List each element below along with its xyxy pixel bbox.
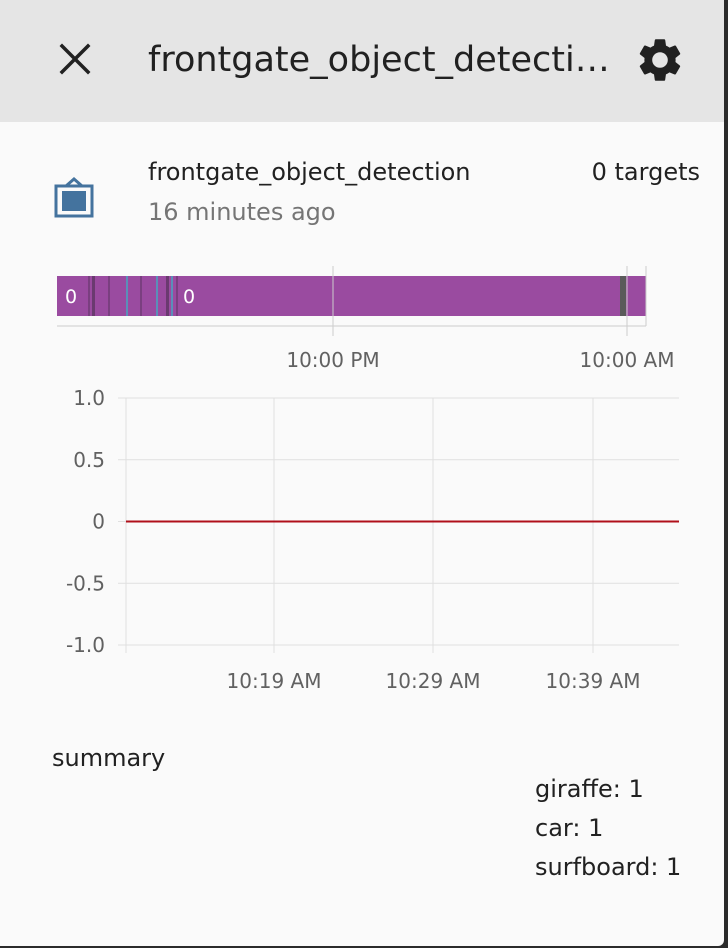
summary-item: giraffe: 1 xyxy=(535,775,644,803)
timeline-slice xyxy=(156,276,158,316)
x-tick-label: 10:19 AM xyxy=(227,669,322,693)
history-timeline[interactable]: 0 0 10:00 PM 10:00 AM xyxy=(0,260,724,380)
y-tick-label: -0.5 xyxy=(66,571,105,595)
close-button[interactable] xyxy=(52,36,98,82)
timeline-slice xyxy=(126,276,128,316)
x-tick-label: 10:39 AM xyxy=(546,669,641,693)
entity-state: 0 targets xyxy=(591,158,700,186)
timeline-svg: 0 0 10:00 PM 10:00 AM xyxy=(57,266,675,372)
timeline-slice xyxy=(92,276,95,316)
timeline-slice xyxy=(171,276,173,316)
attribute-summary-label: summary xyxy=(52,744,166,772)
dialog-title: frontgate_object_detection xyxy=(148,40,610,80)
timeline-slice xyxy=(88,276,90,316)
timeline-slice xyxy=(108,276,110,316)
timeline-label: 0 xyxy=(183,286,195,308)
summary-item: surfboard: 1 xyxy=(535,853,682,881)
timeline-slice xyxy=(140,276,142,316)
timeline-slice xyxy=(176,276,178,316)
chart-svg: 1.0 0.5 0 -0.5 -1.0 10:19 AM 10:29 AM 10:39 AM xyxy=(66,386,679,693)
timeline-label: 0 xyxy=(65,286,77,308)
timeline-tick: 10:00 PM xyxy=(286,348,379,372)
timeline-slice xyxy=(620,276,626,316)
entity-icon-wrap xyxy=(52,176,96,220)
timeline-slice xyxy=(166,276,169,316)
timeline-bar[interactable] xyxy=(57,276,646,316)
history-chart[interactable]: 1.0 0.5 0 -0.5 -1.0 10:19 AM 10:29 AM 10:39 AM xyxy=(0,380,724,710)
attribute-summary-value: giraffe: 1 car: 1 surfboard: 1 xyxy=(535,770,681,887)
summary-item: car: 1 xyxy=(535,814,604,842)
entity-name: frontgate_object_detection xyxy=(148,158,471,186)
y-tick-label: 1.0 xyxy=(73,386,105,410)
close-icon xyxy=(59,43,91,75)
x-tick-label: 10:29 AM xyxy=(386,669,481,693)
image-frame-icon xyxy=(54,177,94,218)
timeline-tick: 10:00 AM xyxy=(580,348,675,372)
gear-icon xyxy=(639,39,681,81)
more-info-dialog: frontgate_object_detection frontgate_obj… xyxy=(0,0,724,946)
y-tick-label: 0.5 xyxy=(73,448,105,472)
entity-row[interactable]: frontgate_object_detection 16 minutes ag… xyxy=(0,150,724,240)
y-tick-label: 0 xyxy=(92,510,105,534)
settings-button[interactable] xyxy=(634,34,686,86)
y-tick-label: -1.0 xyxy=(66,633,105,657)
dialog-header: frontgate_object_detection xyxy=(0,0,724,122)
entity-last-changed: 16 minutes ago xyxy=(148,198,336,226)
